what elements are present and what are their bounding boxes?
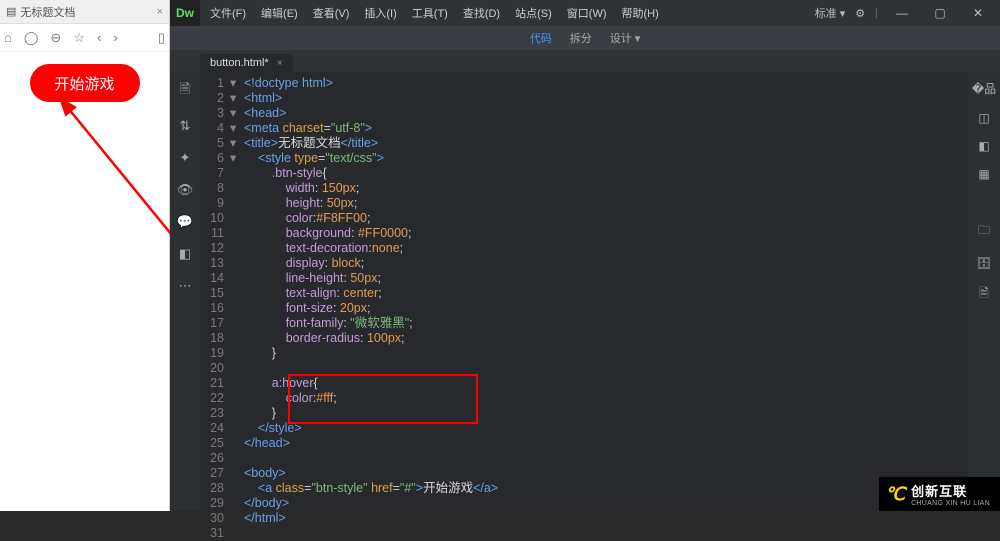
preview-toolbar: ⌂ ◯ ⊖ ☆ ‹ › ▯ — [0, 24, 169, 52]
star-icon[interactable]: ☆ — [73, 30, 85, 46]
right-toolbar: �品 ◫ ◧ ▦ 🗀 🗄 🖹 — [968, 72, 1000, 511]
code-area: 🗎 ⇅ ✦ 👁 💬 ◧ ⋯ 12345678910111213141516171… — [170, 72, 1000, 511]
bookmark-icon[interactable]: ◧ — [179, 246, 191, 262]
filetab-row: button.html* × — [170, 50, 1000, 72]
close-icon[interactable]: × — [157, 6, 163, 18]
workspace-selector[interactable]: 标准 ▾ — [815, 5, 846, 21]
comment-icon[interactable]: 💬 — [177, 214, 193, 230]
close-icon[interactable]: × — [277, 58, 283, 69]
panel5-icon[interactable]: 🗄 — [976, 256, 991, 270]
file-icon[interactable]: 🗎 — [180, 80, 190, 102]
preview-tab-title: 无标题文档 — [20, 4, 75, 20]
document-icon: ▤ — [6, 5, 16, 18]
eye-icon[interactable]: 👁 — [177, 182, 194, 198]
panel4-icon[interactable]: 🗀 — [978, 221, 990, 242]
document-icon[interactable]: ▯ — [158, 30, 165, 46]
viewbar: 代码 拆分 设计 ▾ — [170, 26, 1000, 50]
close-button[interactable]: ✕ — [964, 4, 992, 22]
menu-item[interactable]: 查看(V) — [307, 2, 356, 24]
menu-item[interactable]: 帮助(H) — [616, 2, 665, 24]
forward-icon[interactable]: › — [113, 30, 117, 45]
gear-icon[interactable]: ⚙ — [855, 7, 865, 20]
menubar: Dw 文件(F)编辑(E)查看(V)插入(I)工具(T)查找(D)站点(S)窗口… — [170, 0, 1000, 26]
view-tab[interactable]: 设计 ▾ — [610, 30, 641, 46]
menu-item[interactable]: 文件(F) — [204, 2, 252, 24]
panel3-icon[interactable]: ▦ — [978, 167, 989, 181]
menu-item[interactable]: 插入(I) — [358, 2, 402, 24]
home-icon[interactable]: ⌂ — [4, 30, 12, 45]
preview-panel: ▤ 无标题文档 × ⌂ ◯ ⊖ ☆ ‹ › ▯ 开始游戏 — [0, 0, 170, 511]
start-game-button[interactable]: 开始游戏 — [30, 64, 140, 102]
dreamweaver-logo: Dw — [170, 0, 200, 26]
arrows-icon[interactable]: ⇅ — [180, 118, 191, 134]
view-tab[interactable]: 拆分 — [570, 30, 592, 46]
watermark-logo-icon: ℃ — [885, 484, 905, 505]
watermark: ℃ 创新互联 CHUANG XIN HU LIAN — [879, 477, 1000, 511]
watermark-subtext: CHUANG XIN HU LIAN — [911, 500, 990, 507]
menu-items: 文件(F)编辑(E)查看(V)插入(I)工具(T)查找(D)站点(S)窗口(W)… — [204, 2, 665, 24]
panel2-icon[interactable]: ◧ — [978, 139, 989, 153]
more-icon[interactable]: ⋯ — [179, 278, 192, 294]
file-tab[interactable]: button.html* × — [200, 54, 293, 72]
menu-item[interactable]: 窗口(W) — [561, 2, 613, 24]
editor: Dw 文件(F)编辑(E)查看(V)插入(I)工具(T)查找(D)站点(S)窗口… — [170, 0, 1000, 511]
preview-tab[interactable]: ▤ 无标题文档 × — [0, 0, 169, 24]
maximize-button[interactable]: ▢ — [926, 4, 954, 22]
view-tab[interactable]: 代码 — [530, 30, 552, 46]
wand-icon[interactable]: ✦ — [180, 150, 191, 166]
minimize-button[interactable]: — — [888, 4, 916, 22]
watermark-text: 创新互联 — [911, 484, 967, 499]
menu-item[interactable]: 站点(S) — [509, 2, 558, 24]
menu-item[interactable]: 工具(T) — [406, 2, 454, 24]
left-toolbar: 🗎 ⇅ ✦ 👁 💬 ◧ ⋯ — [170, 72, 200, 511]
back-icon[interactable]: ‹ — [97, 30, 101, 45]
panel6-icon[interactable]: 🖹 — [979, 284, 989, 305]
menu-item[interactable]: 查找(D) — [457, 2, 506, 24]
refresh-icon[interactable]: ◯ — [24, 30, 39, 46]
menu-item[interactable]: 编辑(E) — [255, 2, 304, 24]
file-tab-label: button.html* — [210, 57, 269, 69]
code-editor[interactable]: 1234567891011121314151617181920212223242… — [200, 72, 968, 511]
layers-icon[interactable]: ◫ — [978, 111, 989, 125]
stop-icon[interactable]: ⊖ — [50, 30, 61, 46]
panel-icon[interactable]: �品 — [972, 80, 996, 97]
